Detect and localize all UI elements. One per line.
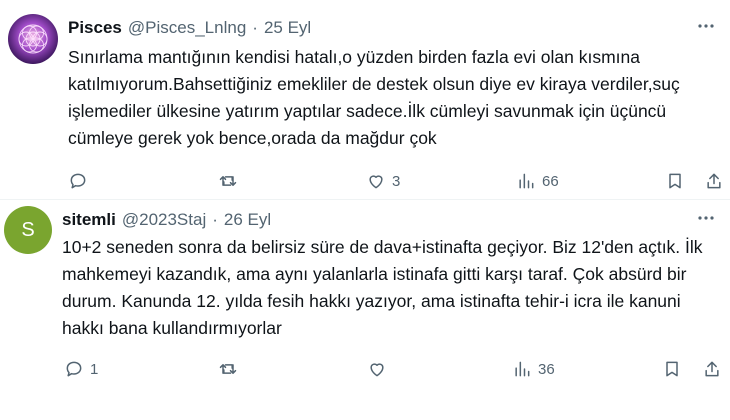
- share-button[interactable]: [702, 359, 722, 379]
- reply-count: 1: [90, 360, 99, 378]
- reply-icon: [70, 173, 86, 189]
- bookmark-icon: [666, 361, 678, 377]
- bookmark-button[interactable]: [665, 171, 685, 191]
- flower-of-life-icon: [8, 14, 58, 64]
- display-name[interactable]: sitemli: [62, 210, 116, 230]
- views-button[interactable]: 36: [512, 359, 555, 379]
- like-count: 3: [392, 172, 401, 190]
- like-button[interactable]: [367, 359, 393, 379]
- separator-dot: ·: [212, 210, 218, 229]
- views-button[interactable]: 66: [516, 171, 559, 191]
- share-icon: [707, 173, 721, 189]
- reply-button[interactable]: [68, 171, 94, 191]
- avatar-letter: S: [4, 206, 52, 254]
- views-icon: [515, 361, 530, 377]
- like-icon: [369, 175, 383, 189]
- tweet-text: Sınırlama mantığının kendisi hatalı,o yü…: [68, 47, 680, 148]
- like-button[interactable]: 3: [366, 171, 400, 191]
- reply-icon: [66, 361, 82, 377]
- more-horizontal-icon[interactable]: [696, 208, 716, 233]
- retweet-icon: [219, 364, 237, 374]
- reply-button[interactable]: 1: [64, 359, 98, 379]
- tweet[interactable]: S sitemli @2023Staj · 26 Eyl 10+2 senede…: [0, 200, 730, 420]
- retweet-button[interactable]: [218, 359, 244, 379]
- bookmark-button[interactable]: [662, 359, 682, 379]
- tweet-actions: 1 36: [62, 356, 722, 382]
- tweet-text: 10+2 seneden sonra da belirsiz süre de d…: [62, 237, 703, 338]
- retweet-button[interactable]: [218, 171, 244, 191]
- tweet[interactable]: Pisces @Pisces_Lnlng · 25 Eyl Sınırlama …: [0, 0, 730, 200]
- views-count: 66: [542, 172, 559, 190]
- more-horizontal-icon[interactable]: [696, 16, 716, 41]
- bookmark-icon: [669, 173, 681, 189]
- share-button[interactable]: [704, 171, 724, 191]
- tweet-date[interactable]: 25 Eyl: [264, 18, 311, 38]
- views-icon: [519, 173, 534, 189]
- user-handle[interactable]: @Pisces_Lnlng: [128, 18, 246, 38]
- separator-dot: ·: [252, 18, 258, 37]
- tweet-actions: 3 66: [68, 168, 722, 194]
- share-icon: [705, 361, 719, 377]
- avatar[interactable]: S: [4, 206, 52, 254]
- like-icon: [370, 363, 384, 377]
- avatar[interactable]: [8, 14, 58, 64]
- tweet-header: Pisces @Pisces_Lnlng · 25 Eyl: [68, 16, 716, 40]
- tweet-date[interactable]: 26 Eyl: [224, 210, 271, 230]
- user-handle[interactable]: @2023Staj: [122, 210, 206, 230]
- display-name[interactable]: Pisces: [68, 18, 122, 38]
- retweet-icon: [219, 176, 237, 186]
- tweet-header: sitemli @2023Staj · 26 Eyl: [62, 208, 716, 232]
- views-count: 36: [538, 360, 555, 378]
